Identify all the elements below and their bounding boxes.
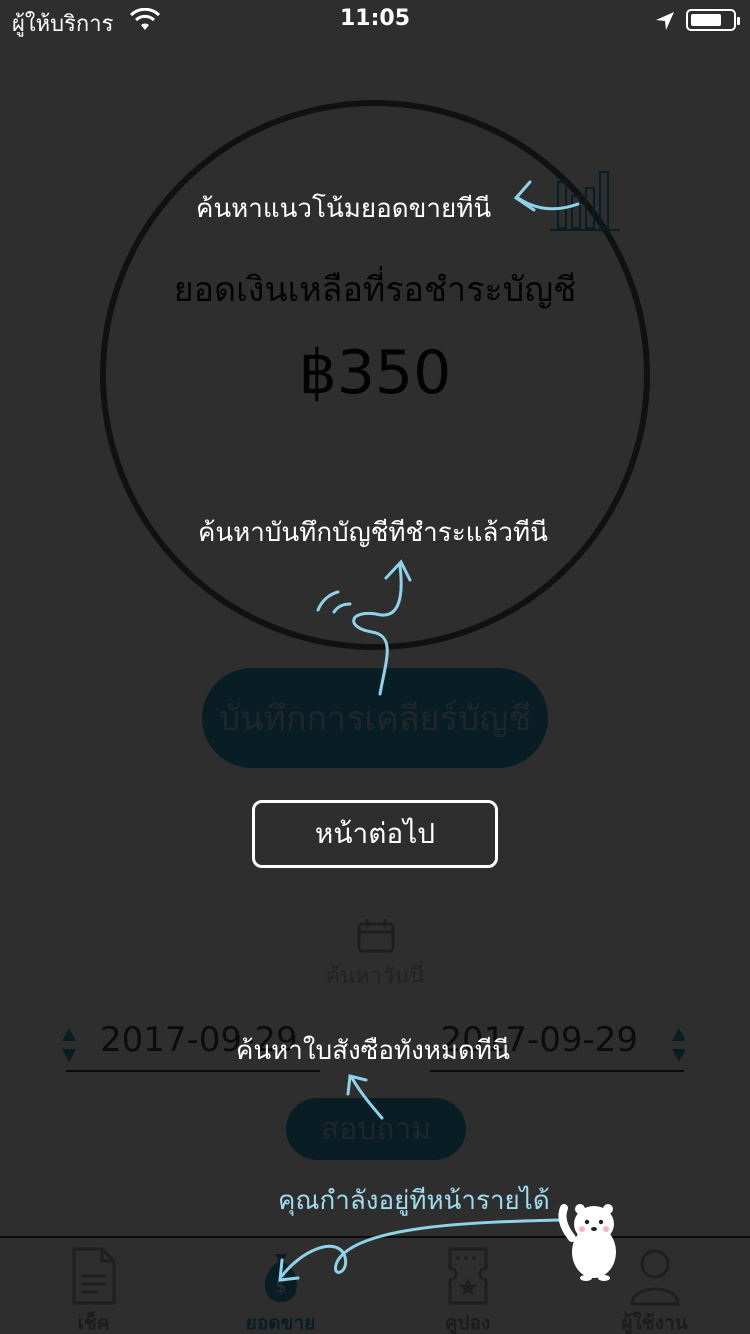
location-arrow-icon [656, 12, 674, 30]
status-bar: ผู้ให้บริการ 11:05 [0, 0, 750, 40]
user-icon [629, 1249, 680, 1306]
balance-title: ยอดเงินเหลือที่รอชำระบัญชี [173, 270, 577, 310]
next-page-button[interactable]: หน้าต่อไป [252, 800, 498, 868]
svg-text:$: $ [275, 1276, 286, 1297]
history-hint: ค้นหาบันทึกบัญชีทีชำระแล้วทีนี [198, 518, 548, 548]
current-page-hint: คุณกำลังอยู่ทีหน้ารายได้ [278, 1186, 550, 1216]
document-icon [72, 1247, 115, 1305]
tab-label: คูปอง [444, 1312, 491, 1334]
tab-label: เช็ค [77, 1312, 110, 1334]
query-button[interactable]: สอบถาม [286, 1098, 466, 1160]
clear-account-button[interactable]: บันทึกการเคลียร์บัญชี [202, 668, 548, 768]
tab-label: ยอดขาย [245, 1312, 316, 1334]
balance-amount: ฿350 [298, 338, 452, 408]
orders-hint: ค้นหาใบสังซือทังหมดทีนี [236, 1036, 510, 1066]
ticket-icon [448, 1247, 487, 1305]
tab-label: ผู้ใช้งาน [621, 1312, 688, 1334]
battery-icon [686, 9, 740, 31]
tab-sales[interactable]: $ ยอดขาย [187, 1238, 374, 1334]
status-time: 11:05 [339, 6, 411, 31]
money-bag-icon: $ [264, 1254, 297, 1302]
trend-hint: ค้นหาแนวโน้มยอดขายทีนี [196, 194, 492, 224]
polar-bear-mascot-icon [558, 1204, 616, 1281]
calendar-icon[interactable] [356, 918, 396, 954]
tab-coupon[interactable]: คูปอง [374, 1238, 561, 1334]
tab-check[interactable]: เช็ค [0, 1238, 187, 1334]
bar-chart-icon[interactable] [548, 168, 622, 232]
tab-bar: เช็ค $ ยอดขาย คูปอง ผู้ใช้งาน [0, 1236, 750, 1334]
end-date-stepper-icon[interactable] [671, 1026, 687, 1064]
search-date-label: ค้นหาวันนี่ [325, 964, 425, 989]
